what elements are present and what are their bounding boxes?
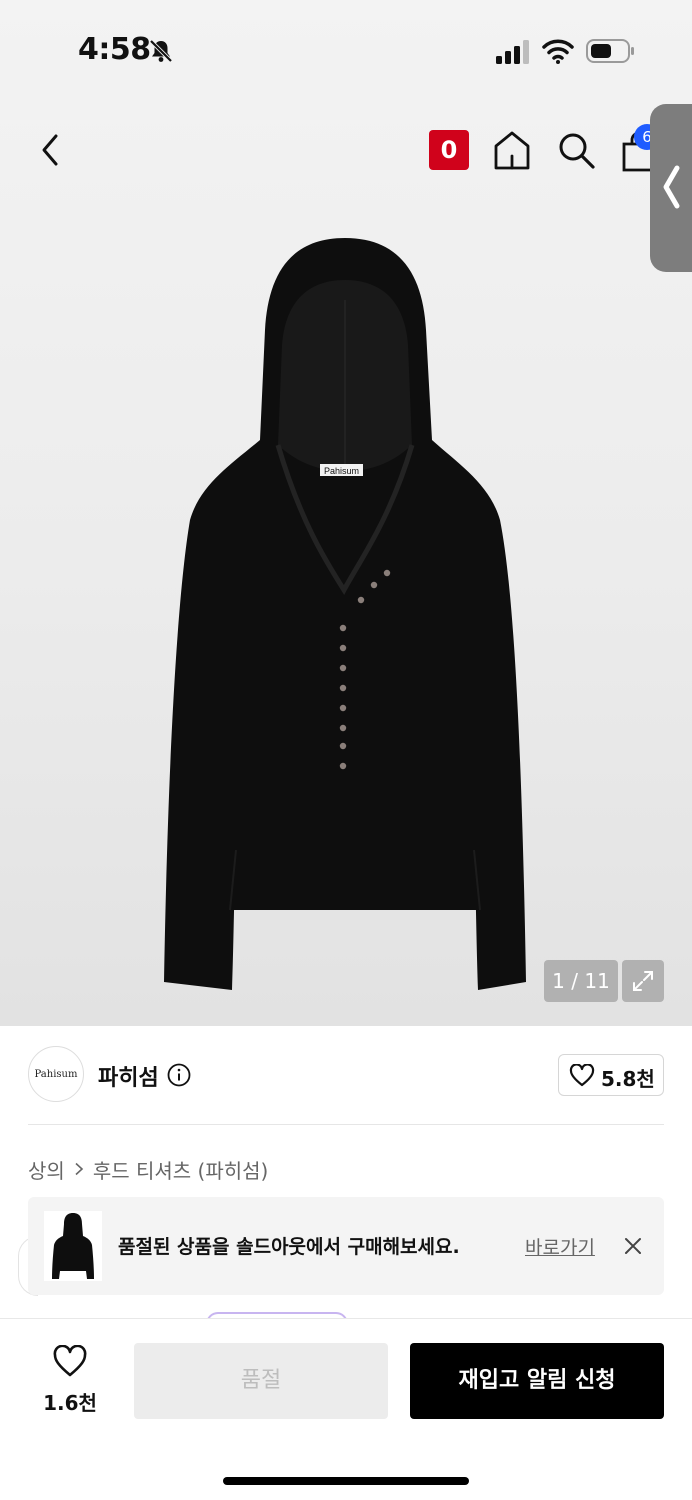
breadcrumb: 상의 후드 티셔츠 (파히섬): [28, 1154, 268, 1184]
status-time: 4:58: [78, 32, 151, 67]
product-like-button[interactable]: 1.6천: [36, 1345, 104, 1425]
brand-like-count: 5.8천: [601, 1067, 655, 1091]
wifi-icon: [542, 39, 574, 64]
banner-message: 품절된 상품을 솔드아웃에서 구매해보세요.: [118, 1236, 460, 1258]
status-bar: 4:58: [0, 0, 692, 100]
banner-product-thumbnail: [44, 1211, 102, 1281]
battery-icon: [586, 39, 634, 63]
product-hoodie-image: Pahisum: [164, 238, 526, 990]
brand-like-button[interactable]: 5.8천: [558, 1054, 664, 1096]
product-image-gallery[interactable]: 4:58 0 6 Pahisum 1 / 11: [0, 0, 692, 1026]
chevron-left-icon: [663, 165, 680, 209]
side-panel-handle[interactable]: [650, 104, 692, 272]
divider: [28, 1124, 664, 1125]
point-badge[interactable]: 0: [429, 130, 469, 170]
breadcrumb-category[interactable]: 상의: [28, 1155, 65, 1184]
chevron-right-icon: [75, 1162, 83, 1176]
fullscreen-button[interactable]: [622, 960, 664, 1002]
heart-icon: [53, 1345, 87, 1377]
heart-icon: [569, 1064, 595, 1087]
bell-off-icon: [149, 39, 173, 63]
bottom-action-bar: 1.6천 품절 재입고 알림 신청: [0, 1318, 692, 1500]
close-icon[interactable]: [622, 1235, 644, 1257]
breadcrumb-subcategory[interactable]: 후드 티셔츠 (파히섬): [93, 1155, 269, 1184]
restock-alert-button[interactable]: 재입고 알림 신청: [410, 1343, 664, 1419]
top-navigation: 0: [0, 110, 692, 190]
garment-label-tag: Pahisum: [324, 466, 359, 476]
brand-logo[interactable]: Pahisum: [28, 1046, 84, 1102]
soldout-banner[interactable]: 품절된 상품을 솔드아웃에서 구매해보세요. 바로가기: [28, 1197, 664, 1295]
brand-row: Pahisum 파히섬 5.8천: [0, 1030, 692, 1122]
home-indicator: [223, 1477, 469, 1485]
brand-name[interactable]: 파히섬: [98, 1060, 159, 1092]
info-icon[interactable]: [167, 1063, 191, 1087]
soldout-button: 품절: [134, 1343, 388, 1419]
expand-icon: [633, 971, 653, 991]
product-like-count: 1.6천: [43, 1391, 97, 1415]
back-arrow-icon[interactable]: [30, 128, 70, 172]
home-icon[interactable]: [492, 128, 532, 172]
cellular-signal-icon: [496, 40, 529, 64]
banner-shortcut-link[interactable]: 바로가기: [525, 1233, 595, 1260]
image-counter: 1 / 11: [544, 960, 618, 1002]
search-icon[interactable]: [556, 130, 596, 170]
